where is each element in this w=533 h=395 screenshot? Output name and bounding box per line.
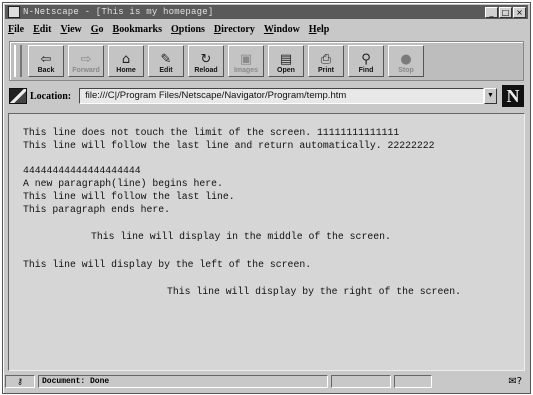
mail-icon[interactable]: ✉? — [508, 376, 522, 387]
status-bar: ⚷ Document: Done ✉? — [5, 373, 528, 390]
menu-edit[interactable]: Edit — [33, 24, 51, 35]
forward-label: Forward — [72, 67, 100, 74]
content-line: This line will follow the last line and … — [23, 140, 435, 151]
printer-icon: ⎙ — [320, 52, 332, 67]
menu-bar: File Edit View Go Bookmarks Options Dire… — [5, 21, 528, 37]
location-label: Location: — [30, 90, 72, 102]
edit-label: Edit — [159, 67, 173, 74]
title-bar[interactable]: N-Netscape - [This is my homepage] _ □ × — [5, 5, 528, 19]
minimize-button[interactable]: _ — [485, 6, 498, 18]
content-line: This line does not touch the limit of th… — [23, 127, 400, 138]
content-line: A new paragraph(line) begins here. — [23, 178, 223, 189]
back-label: Back — [37, 67, 55, 74]
netscape-logo-icon[interactable]: N — [502, 85, 524, 107]
reload-icon: ↻ — [200, 52, 212, 67]
stop-button[interactable]: ● Stop — [388, 45, 424, 77]
content-line-centered: This line will display in the middle of … — [91, 231, 391, 242]
stop-label: Stop — [398, 67, 414, 74]
images-icon: ▣ — [239, 52, 253, 67]
window-title: N-Netscape - [This is my homepage] — [23, 7, 214, 17]
forward-arrow-icon: ⇨ — [80, 52, 92, 67]
status-text: Document: Done — [38, 375, 328, 388]
pencil-icon: ✎ — [160, 52, 172, 67]
menu-view[interactable]: View — [60, 24, 81, 35]
app-icon[interactable] — [8, 6, 20, 18]
back-arrow-icon: ⇦ — [40, 52, 52, 67]
toolbar-grip[interactable] — [14, 45, 22, 77]
bookmark-icon[interactable] — [9, 88, 27, 104]
content-line: This paragraph ends here. — [23, 204, 170, 215]
home-button[interactable]: ⌂ Home — [108, 45, 144, 77]
print-label: Print — [318, 67, 334, 74]
progress-field — [331, 375, 391, 388]
menu-bookmarks[interactable]: Bookmarks — [113, 24, 162, 35]
open-button[interactable]: ▤ Open — [268, 45, 304, 77]
menu-go[interactable]: Go — [91, 24, 104, 35]
key-icon[interactable]: ⚷ — [5, 375, 35, 388]
content-line-right: This line will display by the right of t… — [167, 286, 461, 297]
binoculars-icon: ⚲ — [361, 52, 371, 67]
back-button[interactable]: ⇦ Back — [28, 45, 64, 77]
status-field-extra — [394, 375, 432, 388]
navigation-toolbar: ⇦ Back ⇨ Forward ⌂ Home ✎ Edit ↻ Reload … — [9, 41, 524, 81]
browser-window: N-Netscape - [This is my homepage] _ □ ×… — [2, 2, 531, 394]
images-label: Images — [233, 67, 259, 74]
maximize-button[interactable]: □ — [499, 6, 512, 18]
find-label: Find — [358, 67, 374, 74]
menu-window[interactable]: Window — [264, 24, 300, 35]
reload-label: Reload — [194, 67, 218, 74]
forward-button[interactable]: ⇨ Forward — [68, 45, 104, 77]
location-dropdown-button[interactable]: ▼ — [484, 88, 497, 104]
home-icon: ⌂ — [121, 52, 131, 67]
menu-file[interactable]: File — [8, 24, 24, 35]
open-label: Open — [277, 67, 295, 74]
print-button[interactable]: ⎙ Print — [308, 45, 344, 77]
open-icon: ▤ — [279, 52, 293, 67]
reload-button[interactable]: ↻ Reload — [188, 45, 224, 77]
edit-button[interactable]: ✎ Edit — [148, 45, 184, 77]
home-label: Home — [116, 67, 136, 74]
content-line-left: This line will display by the left of th… — [23, 259, 312, 270]
stop-icon: ● — [400, 52, 412, 67]
content-line: This line will follow the last line. — [23, 191, 235, 202]
close-button[interactable]: × — [513, 6, 526, 18]
menu-help[interactable]: Help — [309, 24, 330, 35]
menu-directory[interactable]: Directory — [214, 24, 255, 35]
menu-options[interactable]: Options — [171, 24, 205, 35]
content-line: 44444444444444444444 — [23, 165, 141, 176]
find-button[interactable]: ⚲ Find — [348, 45, 384, 77]
page-content[interactable]: This line does not touch the limit of th… — [8, 113, 525, 371]
location-bar: Location: file:///C|/Program Files/Netsc… — [9, 85, 524, 107]
location-input[interactable]: file:///C|/Program Files/Netscape/Naviga… — [79, 88, 484, 104]
images-button[interactable]: ▣ Images — [228, 45, 264, 77]
